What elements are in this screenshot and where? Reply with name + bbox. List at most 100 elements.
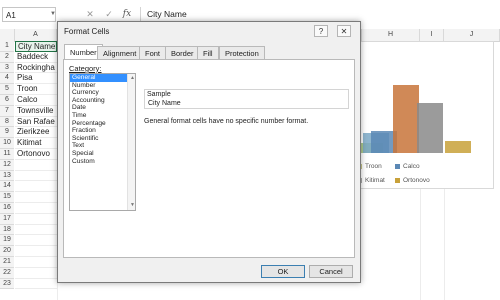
row-header[interactable]: 20	[0, 246, 14, 257]
row-header[interactable]: 22	[0, 267, 14, 279]
row-header[interactable]: 17	[0, 213, 14, 225]
number-tab-panel: Category: General Number Currency Accountin…	[63, 59, 355, 258]
formula-input[interactable]: City Name	[140, 7, 498, 22]
cell[interactable]: Calco	[15, 95, 57, 106]
cell[interactable]	[15, 203, 57, 214]
legend-label: Kitimat	[365, 177, 385, 184]
cell[interactable]: Pisa	[15, 73, 57, 85]
column-header-h[interactable]: H	[362, 29, 420, 41]
cancel-icon[interactable]: ✕	[84, 8, 96, 21]
chart[interactable]: Troon Calco Kitimat Ortonovo	[356, 41, 494, 189]
category-items: General Number Currency Accounting Date Time P…	[70, 74, 135, 165]
category-item[interactable]: Currency	[70, 89, 135, 97]
cell[interactable]	[15, 214, 57, 225]
help-icon[interactable]: ?	[314, 25, 328, 37]
cell[interactable]	[15, 279, 57, 290]
format-description: General format cells have no specific nu…	[144, 118, 309, 125]
sample-value: City Name	[148, 100, 181, 107]
cell[interactable]	[15, 181, 57, 193]
category-item[interactable]: Date	[70, 104, 135, 112]
chevron-down-icon[interactable]: ▼	[50, 7, 58, 22]
row-header[interactable]: 14	[0, 181, 14, 193]
row-header[interactable]: 3	[0, 62, 14, 74]
row-header[interactable]: 6	[0, 95, 14, 106]
name-box[interactable]: A1	[2, 7, 56, 22]
category-item[interactable]: Time	[70, 112, 135, 120]
cell[interactable]: Zierikzee	[15, 127, 57, 139]
category-scrollbar[interactable]: ▲ ▼	[127, 74, 135, 210]
row-header[interactable]: 13	[0, 170, 14, 182]
chart-bar	[393, 85, 419, 153]
chart-bar	[445, 141, 471, 153]
cell[interactable]	[15, 235, 57, 247]
row-header[interactable]: 1	[0, 41, 14, 52]
column-header-i[interactable]: I	[420, 29, 444, 41]
category-item[interactable]: Number	[70, 82, 135, 90]
scroll-up-icon[interactable]: ▲	[128, 75, 135, 81]
category-item[interactable]: Special	[70, 150, 135, 158]
row-header[interactable]: 23	[0, 278, 14, 290]
row-header[interactable]: 19	[0, 235, 14, 247]
category-item[interactable]: Custom	[70, 158, 135, 166]
column-header-j[interactable]: J	[444, 29, 500, 41]
tab-font[interactable]: Font	[139, 46, 167, 59]
cell[interactable]: San Rafae	[15, 117, 57, 128]
row-header[interactable]: 7	[0, 105, 14, 117]
category-item[interactable]: Scientific	[70, 135, 135, 143]
checkmark-icon[interactable]: ✓	[103, 8, 115, 21]
cell[interactable]: Troon	[15, 84, 57, 95]
row-header[interactable]: 12	[0, 159, 14, 171]
row-header[interactable]: 15	[0, 192, 14, 203]
cell[interactable]	[15, 160, 57, 171]
cell[interactable]: Townsville	[15, 106, 57, 117]
row-header[interactable]: 16	[0, 203, 14, 214]
cell[interactable]	[15, 225, 57, 236]
cell[interactable]: Rockingha	[15, 63, 57, 74]
insert-function-icon[interactable]: fx	[121, 8, 133, 21]
legend-swatch	[395, 177, 400, 183]
cell[interactable]	[15, 171, 57, 182]
cell[interactable]: City Name	[15, 41, 57, 52]
select-all-corner[interactable]	[0, 29, 15, 41]
cell[interactable]	[15, 246, 57, 257]
scroll-down-icon[interactable]: ▼	[128, 202, 135, 208]
tab-border[interactable]: Border	[165, 46, 200, 59]
dialog-title: Format Cells	[64, 27, 110, 36]
column-header-a[interactable]: A	[15, 29, 57, 41]
ok-button[interactable]: OK	[261, 265, 305, 278]
cell[interactable]	[15, 268, 57, 279]
row-header[interactable]: 2	[0, 51, 14, 63]
legend-item: Calco	[395, 163, 420, 170]
tab-alignment[interactable]: Alignment	[97, 46, 143, 59]
row-header[interactable]: 4	[0, 73, 14, 85]
cell[interactable]	[15, 257, 57, 268]
cell[interactable]: Ortonovo	[15, 149, 57, 160]
category-item[interactable]: General	[70, 74, 135, 82]
close-icon[interactable]: ✕	[337, 25, 351, 37]
row-header[interactable]: 11	[0, 149, 14, 160]
cell[interactable]: Kitimat	[15, 138, 57, 149]
category-label: Category:	[69, 64, 102, 73]
row-header[interactable]: 21	[0, 257, 14, 268]
legend-item: Kitimat	[357, 177, 385, 184]
row-header[interactable]: 10	[0, 138, 14, 149]
category-item[interactable]: Accounting	[70, 97, 135, 105]
category-item[interactable]: Fraction	[70, 127, 135, 135]
cancel-button[interactable]: Cancel	[309, 265, 353, 278]
tab-protection[interactable]: Protection	[219, 46, 265, 59]
category-item[interactable]: Text	[70, 142, 135, 150]
row-header[interactable]: 5	[0, 84, 14, 95]
format-cells-dialog: Format Cells ? ✕ Number Alignment Font B…	[57, 21, 361, 283]
category-listbox[interactable]: General Number Currency Accounting Date Time P…	[69, 73, 136, 211]
sample-label: Sample	[146, 91, 172, 98]
legend-label: Ortonovo	[403, 177, 430, 184]
tab-fill[interactable]: Fill	[197, 46, 219, 59]
legend-label: Troon	[365, 163, 382, 170]
row-header[interactable]: 18	[0, 224, 14, 236]
category-item[interactable]: Percentage	[70, 120, 135, 128]
cell[interactable]	[15, 192, 57, 203]
row-header[interactable]: 9	[0, 127, 14, 139]
legend-label: Calco	[403, 163, 420, 170]
cell[interactable]: Baddeck	[15, 52, 57, 63]
row-header[interactable]: 8	[0, 116, 14, 128]
